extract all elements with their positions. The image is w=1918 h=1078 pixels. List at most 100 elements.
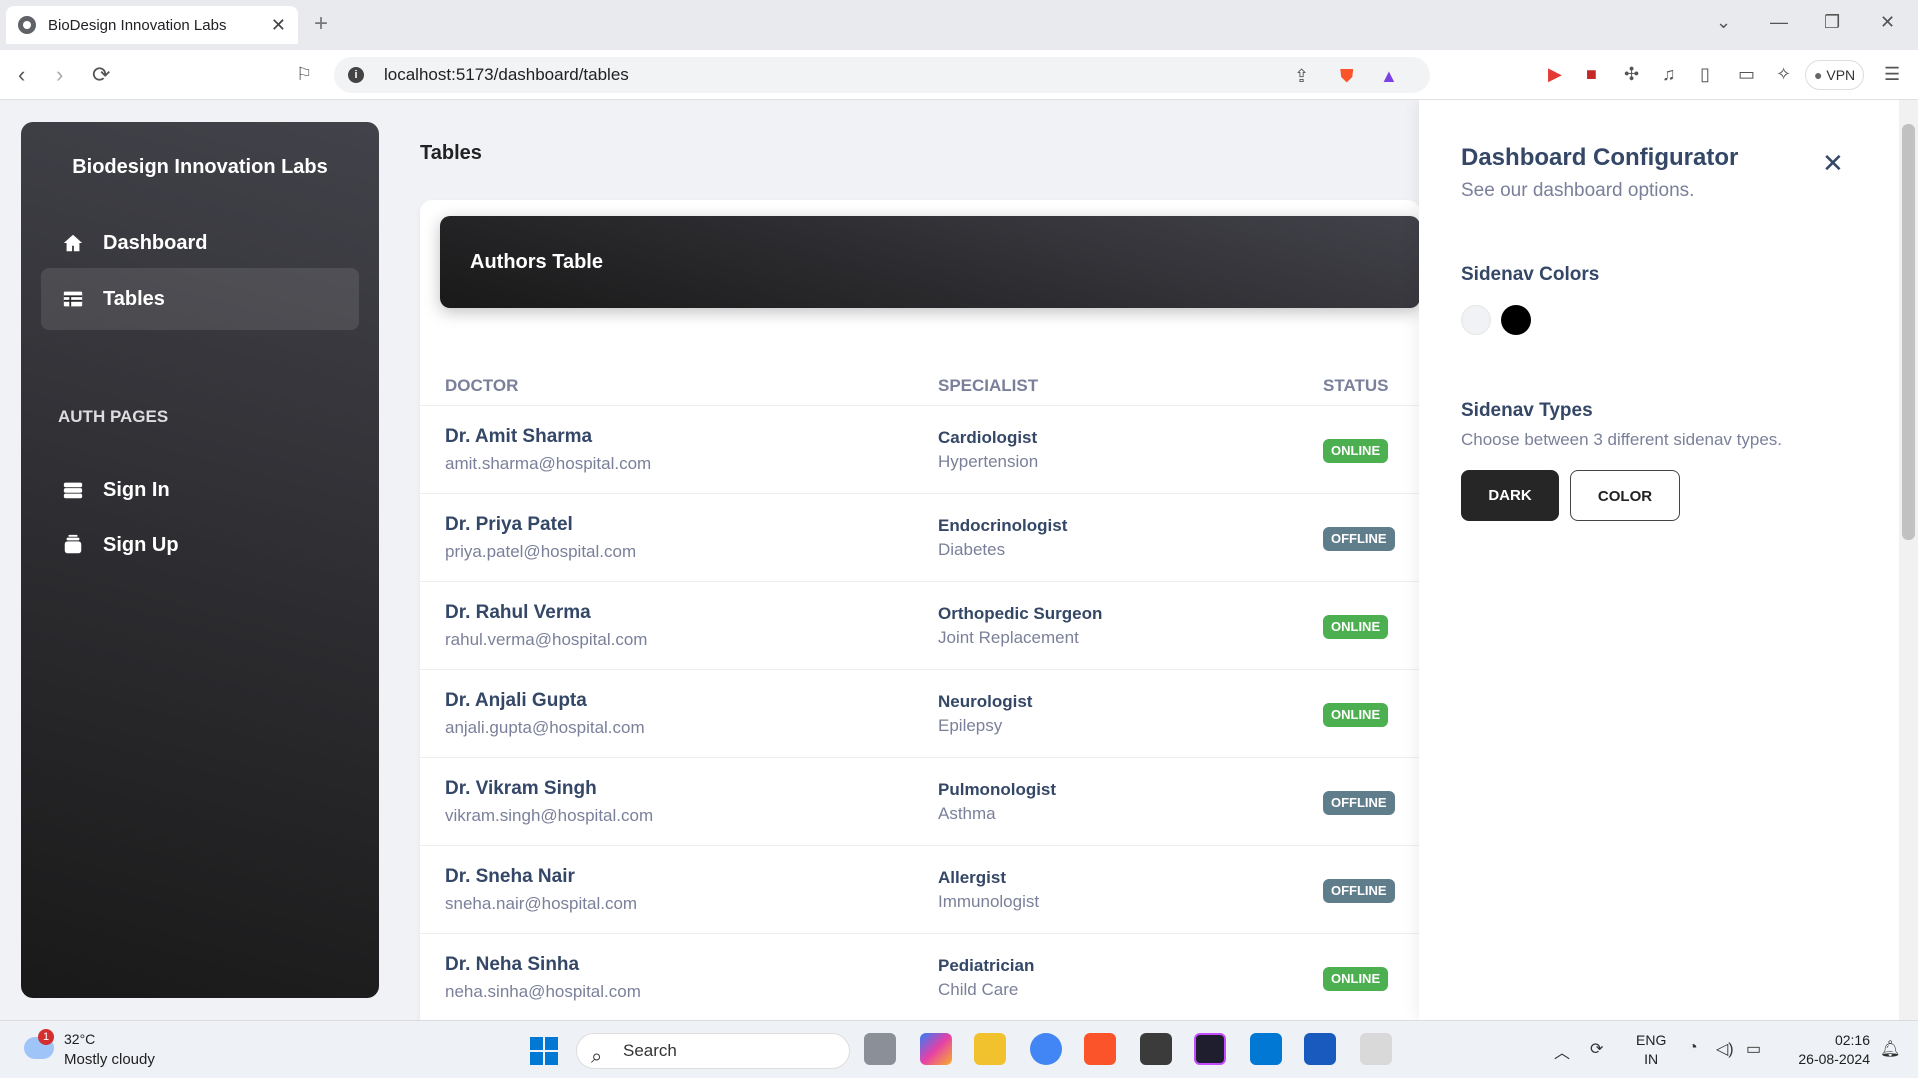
- copilot-icon[interactable]: [920, 1033, 952, 1065]
- sub-specialty: Epilepsy: [938, 716, 1003, 735]
- sidenav-item-label: Sign Up: [103, 533, 179, 556]
- sub-specialty: Joint Replacement: [938, 628, 1079, 647]
- page-viewport: Biodesign Innovation Labs Dashboard Tabl…: [0, 100, 1918, 1020]
- brand-name[interactable]: Biodesign Innovation Labs: [21, 156, 379, 179]
- vscode-icon[interactable]: [1250, 1033, 1282, 1065]
- page-title: Tables: [420, 142, 482, 164]
- url-field[interactable]: i localhost:5173/dashboard/tables: [334, 57, 1430, 93]
- vpn-button[interactable]: ● VPN: [1805, 60, 1865, 90]
- table-row: Dr. Anjali Gupta anjali.gupta@hospital.c…: [420, 670, 1420, 758]
- status-badge: ONLINE: [1323, 439, 1389, 463]
- doctor-email: priya.patel@hospital.com: [445, 542, 637, 561]
- doctor-email: rahul.verma@hospital.com: [445, 630, 648, 649]
- weather-badge: 1: [38, 1029, 54, 1045]
- specialty: Endocrinologist: [938, 516, 1068, 535]
- word-icon[interactable]: [1304, 1033, 1336, 1065]
- window-close-icon[interactable]: ✕: [1880, 12, 1895, 33]
- volume-icon[interactable]: ◁): [1716, 1039, 1734, 1059]
- notifications-bell-icon[interactable]: 🔔︎: [1880, 1039, 1900, 1059]
- tab-close-icon[interactable]: ✕: [271, 15, 286, 36]
- clock-time: 02:16: [1834, 1032, 1870, 1048]
- clock-date: 26-08-2024: [1798, 1051, 1870, 1067]
- dark-type-button[interactable]: DARK: [1461, 470, 1559, 521]
- site-info-icon[interactable]: i: [348, 67, 364, 83]
- brave-shields-icon[interactable]: ⛊: [1340, 66, 1354, 87]
- show-hidden-icons-icon[interactable]: ︿: [1554, 1039, 1570, 1063]
- configurator-title: Dashboard Configurator: [1461, 144, 1739, 171]
- new-tab-icon[interactable]: +: [314, 10, 328, 38]
- doctor-email: anjali.gupta@hospital.com: [445, 718, 645, 737]
- extensions-puzzle-icon[interactable]: ✣: [1624, 64, 1639, 85]
- specialty: Orthopedic Surgeon: [938, 604, 1103, 623]
- page-scrollbar[interactable]: [1899, 100, 1918, 1020]
- home-icon: [61, 231, 85, 255]
- table-header-row: DOCTOR SPECIALIST STATUS: [420, 360, 1420, 406]
- sidenav-item-sign-in[interactable]: Sign In: [41, 459, 359, 521]
- tab-search-icon[interactable]: ⌄: [1716, 12, 1731, 33]
- sublime-text-icon[interactable]: [1140, 1033, 1172, 1065]
- snipping-tool-icon[interactable]: [1360, 1033, 1392, 1065]
- language-indicator[interactable]: ENG IN: [1636, 1031, 1666, 1069]
- doctor-name: Dr. Rahul Verma: [445, 602, 591, 623]
- minimize-icon[interactable]: —: [1770, 12, 1788, 33]
- doctor-email: amit.sharma@hospital.com: [445, 454, 652, 473]
- swatch-light[interactable]: [1461, 305, 1491, 335]
- doctor-name: Dr. Amit Sharma: [445, 426, 593, 447]
- sidenav-item-tables[interactable]: Tables: [41, 268, 359, 330]
- menu-icon[interactable]: ☰: [1884, 64, 1900, 85]
- doctor-name: Dr. Anjali Gupta: [445, 690, 587, 711]
- browser-tab[interactable]: BioDesign Innovation Labs ✕: [6, 6, 298, 44]
- tab-title: BioDesign Innovation Labs: [48, 16, 227, 34]
- doctor-email: vikram.singh@hospital.com: [445, 806, 654, 825]
- scrollbar-thumb[interactable]: [1902, 124, 1915, 540]
- brave-icon[interactable]: [1084, 1033, 1116, 1065]
- back-icon[interactable]: ‹: [18, 62, 25, 88]
- wifi-icon[interactable]: ◔: [1688, 1039, 1698, 1057]
- doctor-name: Dr. Sneha Nair: [445, 866, 575, 887]
- clock[interactable]: 02:16 26-08-2024: [1790, 1031, 1870, 1069]
- column-header-doctor: DOCTOR: [445, 376, 519, 395]
- close-icon[interactable]: ✕: [1822, 148, 1844, 179]
- specialty: Pulmonologist: [938, 780, 1057, 799]
- brave-rewards-icon[interactable]: ▲: [1380, 66, 1398, 87]
- task-view-icon[interactable]: [864, 1033, 896, 1065]
- sidenav-item-dashboard[interactable]: Dashboard: [41, 212, 359, 274]
- sync-icon[interactable]: ⟳: [1590, 1039, 1603, 1059]
- color-type-button[interactable]: COLOR: [1570, 470, 1680, 521]
- language-code: ENG: [1636, 1032, 1667, 1048]
- status-badge: ONLINE: [1323, 703, 1389, 727]
- bookmark-icon[interactable]: ⚐: [296, 64, 312, 85]
- windows-start-icon[interactable]: [530, 1037, 558, 1065]
- authors-table-title: Authors Table: [470, 251, 603, 273]
- specialty: Cardiologist: [938, 428, 1038, 447]
- chrome-icon[interactable]: [1030, 1033, 1062, 1065]
- leo-ai-icon[interactable]: ✧: [1776, 64, 1791, 85]
- table-row: Dr. Amit Sharma amit.sharma@hospital.com…: [420, 406, 1420, 494]
- specialty: Neurologist: [938, 692, 1033, 711]
- restore-icon[interactable]: ❐: [1824, 12, 1840, 33]
- swatch-dark[interactable]: [1501, 305, 1531, 335]
- sub-specialty: Child Care: [938, 980, 1019, 999]
- reload-icon[interactable]: ⟳: [92, 62, 110, 88]
- media-icon[interactable]: ♫: [1662, 64, 1676, 85]
- weather-condition[interactable]: Mostly cloudy: [64, 1051, 155, 1068]
- youtube-extension-icon[interactable]: ▶: [1548, 64, 1562, 85]
- intellij-icon[interactable]: [1194, 1033, 1226, 1065]
- extension-icon[interactable]: ■: [1586, 64, 1597, 85]
- url-text: localhost:5173/dashboard/tables: [384, 65, 629, 84]
- doctor-name: Dr. Priya Patel: [445, 514, 573, 535]
- dashboard-configurator-panel: Dashboard Configurator See our dashboard…: [1419, 100, 1899, 1020]
- share-icon[interactable]: ⇪: [1294, 66, 1309, 87]
- file-explorer-icon[interactable]: [974, 1033, 1006, 1065]
- weather-temperature[interactable]: 32°C: [64, 1031, 95, 1047]
- taskbar-search[interactable]: ⌕ Search: [576, 1033, 850, 1069]
- sidenav-item-label: Dashboard: [103, 231, 208, 254]
- sub-specialty: Asthma: [938, 804, 996, 823]
- sidenav-types-description: Choose between 3 different sidenav types…: [1461, 430, 1783, 449]
- table-row: Dr. Priya Patel priya.patel@hospital.com…: [420, 494, 1420, 582]
- wallet-icon[interactable]: ▭: [1738, 64, 1755, 85]
- forward-icon[interactable]: ›: [56, 62, 63, 88]
- sidenav-item-sign-up[interactable]: Sign Up: [41, 514, 359, 576]
- battery-icon[interactable]: ▭: [1746, 1039, 1761, 1059]
- sidebar-icon[interactable]: ▯: [1700, 64, 1710, 85]
